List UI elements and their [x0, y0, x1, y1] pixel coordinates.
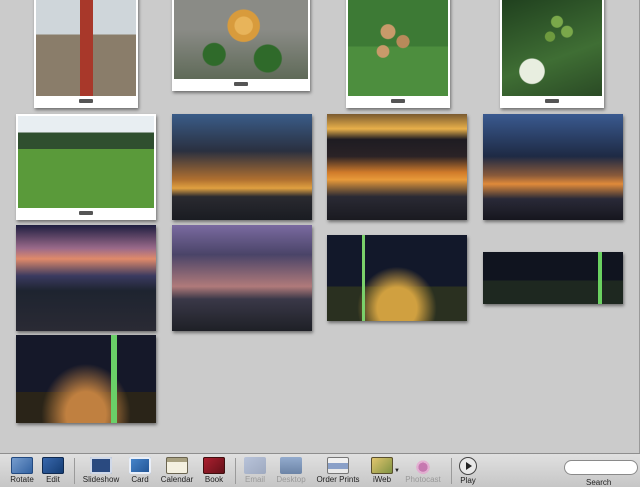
photo-dusk-city-1[interactable]	[16, 225, 156, 331]
calendar-icon	[166, 457, 188, 474]
edit-label: Edit	[46, 475, 60, 484]
photo-signature-mark	[500, 96, 604, 106]
photo-signature-mark	[172, 79, 310, 89]
order-prints-icon	[327, 457, 349, 474]
photo-longan-fruit[interactable]	[346, 0, 450, 108]
play-label: Play	[460, 476, 476, 485]
photo-sunset-clouds-3[interactable]	[483, 114, 623, 220]
desktop-label: Desktop	[276, 475, 306, 484]
photo-signature-mark	[34, 96, 138, 106]
rotate-label: Rotate	[10, 475, 34, 484]
iweb-label: iWeb	[372, 475, 392, 484]
photo-image	[172, 114, 312, 220]
rotate-button[interactable]: Rotate	[8, 457, 36, 484]
toolbar-divider	[451, 458, 452, 484]
card-icon	[129, 457, 151, 474]
iweb-button[interactable]: ▼ iWeb	[368, 457, 400, 484]
bottom-toolbar: Rotate Edit Slideshow Card Calendar Book…	[0, 453, 640, 487]
photo-image	[36, 0, 136, 96]
photo-sunset-clouds-2[interactable]	[327, 114, 467, 220]
play-button[interactable]: Play	[456, 457, 480, 485]
photo-signature-mark	[346, 96, 450, 106]
photo-image	[327, 114, 467, 220]
photo-image	[16, 335, 156, 423]
photo-image	[483, 252, 623, 304]
iweb-icon	[371, 457, 393, 474]
photo-image	[502, 0, 602, 96]
photo-dusk-city-2[interactable]	[172, 225, 312, 331]
rotate-icon	[11, 457, 33, 474]
slideshow-icon	[90, 457, 112, 474]
edit-button[interactable]: Edit	[40, 457, 66, 484]
photo-red-door[interactable]	[34, 0, 138, 108]
desktop-icon	[280, 457, 302, 474]
photo-taipei-101-night-1[interactable]	[327, 235, 467, 321]
card-button[interactable]: Card	[127, 457, 153, 484]
photo-coffee-beans[interactable]	[500, 0, 604, 108]
order-prints-label: Order Prints	[316, 475, 360, 484]
photo-flower[interactable]	[172, 0, 310, 91]
photo-image	[18, 116, 154, 208]
calendar-button[interactable]: Calendar	[160, 457, 194, 484]
search-input[interactable]	[564, 460, 638, 475]
photo-image	[327, 235, 467, 321]
email-label: Email	[244, 475, 265, 484]
slideshow-button[interactable]: Slideshow	[82, 457, 120, 484]
photocast-icon	[412, 457, 434, 474]
photo-signature-mark	[16, 208, 156, 218]
dropdown-arrow-icon: ▼	[394, 468, 400, 474]
photo-browser-grid	[0, 0, 640, 453]
desktop-button[interactable]: Desktop	[274, 457, 308, 484]
photo-image	[348, 0, 448, 96]
book-icon	[203, 457, 225, 474]
book-button[interactable]: Book	[201, 457, 227, 484]
photo-grass-field[interactable]	[16, 114, 156, 220]
slideshow-label: Slideshow	[82, 475, 120, 484]
email-icon	[244, 457, 266, 474]
calendar-label: Calendar	[160, 475, 194, 484]
photo-image	[172, 225, 312, 331]
search-label: Search	[586, 478, 612, 487]
photo-taipei-101-night-3[interactable]	[16, 335, 156, 423]
play-icon	[459, 457, 477, 475]
photo-sunset-clouds-1[interactable]	[172, 114, 312, 220]
photo-taipei-101-night-2[interactable]	[483, 252, 623, 304]
photocast-button[interactable]: Photocast	[403, 457, 443, 484]
email-button[interactable]: Email	[242, 457, 268, 484]
photo-image	[174, 0, 308, 79]
order-prints-button[interactable]: Order Prints	[315, 457, 361, 484]
card-label: Card	[131, 475, 149, 484]
photocast-label: Photocast	[405, 475, 441, 484]
photo-image	[16, 225, 156, 331]
photo-image	[483, 114, 623, 220]
book-label: Book	[204, 475, 224, 484]
toolbar-divider	[74, 458, 75, 484]
toolbar-divider	[235, 458, 236, 484]
edit-icon	[42, 457, 64, 474]
